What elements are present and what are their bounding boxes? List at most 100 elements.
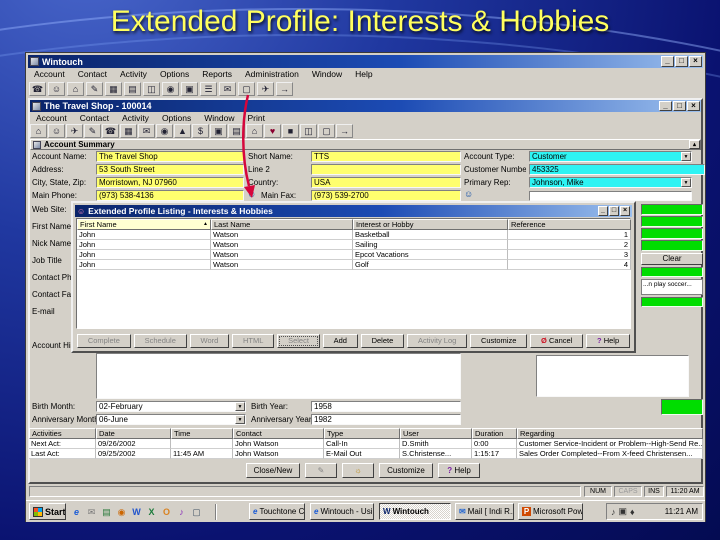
columns-icon[interactable]: ◫ xyxy=(300,124,317,138)
collapse-icon[interactable]: ▴ xyxy=(689,140,700,149)
col-user[interactable]: User xyxy=(400,428,472,439)
start-button[interactable]: Start xyxy=(29,503,66,520)
maximize-icon[interactable]: □ xyxy=(675,56,688,67)
green-field[interactable] xyxy=(641,228,703,239)
minimize-icon[interactable]: _ xyxy=(598,206,608,216)
close-icon[interactable]: × xyxy=(687,101,700,111)
green-field[interactable] xyxy=(641,267,703,277)
travel-icon[interactable]: ✈ xyxy=(257,82,274,96)
show-desktop-icon[interactable]: ▤ xyxy=(100,506,113,519)
cell[interactable]: John xyxy=(77,230,211,240)
close-icon[interactable]: × xyxy=(620,206,630,216)
cell[interactable]: Sailing xyxy=(353,240,508,250)
minimize-icon[interactable]: _ xyxy=(661,56,674,67)
cell[interactable]: Next Act: xyxy=(29,439,96,449)
contact-icon[interactable]: ☺ xyxy=(48,124,65,138)
cell[interactable]: John xyxy=(77,250,211,260)
edit-icon[interactable]: ✎ xyxy=(84,124,101,138)
mail-icon[interactable]: ✉ xyxy=(219,82,236,96)
word-button[interactable]: Word xyxy=(189,334,230,348)
media-icon[interactable]: ♪ xyxy=(175,506,188,519)
computer-icon[interactable]: ▢ xyxy=(190,506,203,519)
col-regarding[interactable]: Regarding xyxy=(517,428,703,439)
admin-icon[interactable]: ◫ xyxy=(143,82,160,96)
stamp-icon-button[interactable]: ☼ xyxy=(342,463,374,478)
cell[interactable]: 2 xyxy=(508,240,631,250)
help-button[interactable]: ? Help xyxy=(438,463,480,478)
col-last-name[interactable]: Last Name xyxy=(211,219,353,230)
edit-icon[interactable]: ✎ xyxy=(86,82,103,96)
customize-button[interactable]: Customize xyxy=(470,334,528,348)
cell[interactable]: 3 xyxy=(508,250,631,260)
extended-profile-icon[interactable]: ♥ xyxy=(264,124,281,138)
menu-reports[interactable]: Reports xyxy=(196,68,239,80)
cell[interactable]: 09/26/2002 xyxy=(96,439,171,449)
stop-icon[interactable]: ■ xyxy=(282,124,299,138)
travel-icon[interactable]: ✈ xyxy=(66,124,83,138)
green-field[interactable] xyxy=(641,240,703,251)
green-field[interactable] xyxy=(641,297,703,307)
account-name-field[interactable]: The Travel Shop xyxy=(96,151,244,162)
country-field[interactable]: USA xyxy=(311,177,461,188)
green-field[interactable] xyxy=(641,204,703,215)
col-date[interactable]: Date xyxy=(96,428,171,439)
dialog-titlebar[interactable]: ☺ Extended Profile Listing - Interests &… xyxy=(75,205,632,217)
col-type[interactable]: Type xyxy=(324,428,400,439)
main-phone-field[interactable]: (973) 538-4136 xyxy=(96,190,244,201)
customize-button[interactable]: Customize xyxy=(379,463,433,478)
menu-contact[interactable]: Contact xyxy=(74,112,116,124)
cell[interactable]: 09/25/2002 xyxy=(96,449,171,459)
html-button[interactable]: HTML xyxy=(232,334,275,348)
network-icon[interactable]: ♦ xyxy=(630,507,635,517)
main-titlebar[interactable]: Wintouch xyxy=(28,55,703,68)
cell[interactable]: Golf xyxy=(353,260,508,270)
window-icon[interactable]: ▢ xyxy=(238,82,255,96)
cell[interactable]: John Watson xyxy=(233,449,324,459)
col-contact[interactable]: Contact xyxy=(233,428,324,439)
minimize-icon[interactable]: _ xyxy=(659,101,672,111)
word-icon[interactable]: W xyxy=(130,506,143,519)
money-icon[interactable]: $ xyxy=(192,124,209,138)
report-icon[interactable]: ▤ xyxy=(228,124,245,138)
account-history-textarea[interactable] xyxy=(96,353,461,399)
display-icon[interactable]: ▣ xyxy=(619,506,628,517)
anniversary-year-field[interactable]: 1982 xyxy=(311,414,461,425)
select-button[interactable]: Select xyxy=(277,334,320,348)
anniversary-month-dropdown[interactable]: 06-June ▼ xyxy=(96,414,246,425)
main-fax-field[interactable]: (973) 539-2700 xyxy=(311,190,461,201)
window-icon[interactable]: ▢ xyxy=(318,124,335,138)
report-icon[interactable]: ▤ xyxy=(124,82,141,96)
birth-month-dropdown[interactable]: 02-February ▼ xyxy=(96,401,246,412)
empty-panel[interactable] xyxy=(536,355,689,397)
clock-icon[interactable]: ◉ xyxy=(156,124,173,138)
task-mail[interactable]: ✉ Mail [ Indi R... xyxy=(455,503,514,520)
grid-icon[interactable]: ▣ xyxy=(181,82,198,96)
grid-icon[interactable]: ▣ xyxy=(210,124,227,138)
cell[interactable]: Epcot Vacations xyxy=(353,250,508,260)
account-type-dropdown[interactable]: Customer ▼ xyxy=(529,151,692,162)
cell[interactable]: Basketball xyxy=(353,230,508,240)
cell[interactable]: John xyxy=(77,260,211,270)
address-field[interactable]: 53 South Street xyxy=(96,164,244,175)
contact-icon[interactable]: ☺ xyxy=(48,82,65,96)
menu-account[interactable]: Account xyxy=(28,68,72,80)
up-icon[interactable]: ▲ xyxy=(174,124,191,138)
edit-icon-button[interactable]: ✎ xyxy=(305,463,337,478)
outlook-icon[interactable]: O xyxy=(160,506,173,519)
cell[interactable]: Watson xyxy=(211,240,353,250)
line2-field[interactable] xyxy=(311,164,461,175)
task-powerpoint[interactable]: P Microsoft Pow... xyxy=(518,503,583,520)
mail-icon[interactable]: ✉ xyxy=(138,124,155,138)
contacts-icon[interactable]: ☺ xyxy=(464,189,473,199)
cell[interactable]: Last Act: xyxy=(29,449,96,459)
phone-icon[interactable]: ☎ xyxy=(29,82,46,96)
cell[interactable]: D.Smith xyxy=(400,439,472,449)
cell[interactable]: 1:15:17 xyxy=(472,449,517,459)
delete-button[interactable]: Delete xyxy=(360,334,405,348)
complete-button[interactable]: Complete xyxy=(77,334,131,348)
excel-icon[interactable]: X xyxy=(145,506,158,519)
cell[interactable]: Watson xyxy=(211,260,353,270)
phone-icon[interactable]: ☎ xyxy=(102,124,119,138)
primary-rep-dropdown[interactable]: Johnson, Mike ▼ xyxy=(529,177,692,188)
menu-window[interactable]: Window xyxy=(198,112,241,124)
